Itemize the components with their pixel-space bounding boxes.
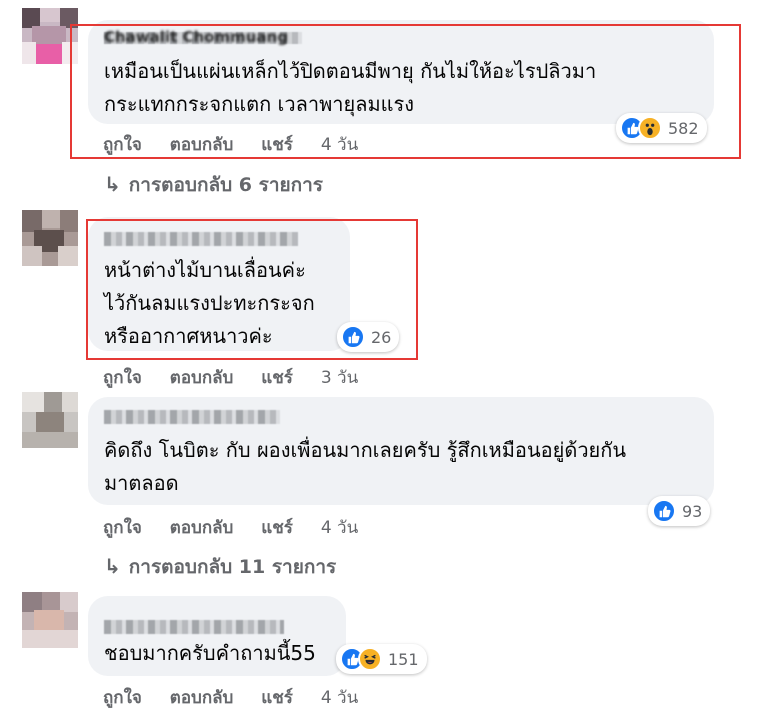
avatar[interactable] bbox=[22, 8, 78, 64]
comment-line: ชอบมากครับคำถามนี้55 bbox=[104, 641, 316, 665]
comment-actions: ถูกใจ ตอบกลับ แชร์ 4 วัน bbox=[103, 514, 380, 541]
reaction-count: 26 bbox=[371, 327, 392, 347]
comment-actions: ถูกใจ ตอบกลับ แชร์ 4 วัน bbox=[103, 131, 380, 158]
haha-icon bbox=[358, 647, 382, 671]
comment-line: หรืออากาศหนาวค่ะ bbox=[104, 324, 273, 348]
view-replies-link[interactable]: ↳ การตอบกลับ 11 รายการ bbox=[104, 552, 336, 582]
reaction-summary[interactable]: 582 bbox=[616, 113, 707, 143]
reply-arrow-icon: ↳ bbox=[104, 172, 121, 196]
comment-author-blurred[interactable] bbox=[104, 620, 284, 634]
share-button[interactable]: แชร์ bbox=[261, 518, 293, 538]
wow-icon bbox=[638, 116, 662, 140]
comment-author-blurred[interactable] bbox=[104, 232, 298, 246]
reaction-count: 582 bbox=[668, 118, 699, 138]
like-button[interactable]: ถูกใจ bbox=[103, 135, 142, 155]
comment-line: หน้าต่างไม้บานเลื่อนค่ะ bbox=[104, 258, 306, 282]
comment-text: เหมือนเป็นแผ่นเหล็กไว้ปิดตอนมีพายุ กันไม… bbox=[104, 55, 596, 121]
like-icon bbox=[341, 325, 365, 349]
like-icon bbox=[652, 499, 676, 523]
avatar[interactable] bbox=[22, 210, 78, 266]
like-button[interactable]: ถูกใจ bbox=[103, 688, 142, 708]
avatar[interactable] bbox=[22, 392, 78, 448]
avatar[interactable] bbox=[22, 592, 78, 648]
replies-label[interactable]: การตอบกลับ 6 รายการ bbox=[129, 174, 323, 196]
comment-actions: ถูกใจ ตอบกลับ แชร์ 4 วัน bbox=[103, 684, 380, 711]
comment-text: คิดถึง โนบิตะ กับ ผองเพื่อนมากเลยครับ รู… bbox=[104, 434, 626, 500]
comment-line: มาตลอด bbox=[104, 471, 179, 495]
reaction-summary[interactable]: 93 bbox=[648, 496, 711, 526]
comment-author-blurred[interactable] bbox=[104, 410, 280, 424]
reply-arrow-icon: ↳ bbox=[104, 554, 121, 578]
reaction-summary[interactable]: 26 bbox=[337, 322, 400, 352]
timestamp[interactable]: 3 วัน bbox=[321, 368, 358, 388]
share-button[interactable]: แชร์ bbox=[261, 368, 293, 388]
view-replies-link[interactable]: ↳ การตอบกลับ 6 รายการ bbox=[104, 170, 323, 200]
like-button[interactable]: ถูกใจ bbox=[103, 368, 142, 388]
comment-text: ชอบมากครับคำถามนี้55 bbox=[104, 637, 316, 670]
timestamp[interactable]: 4 วัน bbox=[321, 518, 358, 538]
reply-button[interactable]: ตอบกลับ bbox=[170, 135, 234, 155]
replies-label[interactable]: การตอบกลับ 11 รายการ bbox=[129, 556, 336, 578]
comment-line: เหมือนเป็นแผ่นเหล็กไว้ปิดตอนมีพายุ กันไม… bbox=[104, 59, 597, 83]
like-button[interactable]: ถูกใจ bbox=[103, 518, 142, 538]
comment-line: คิดถึง โนบิตะ กับ ผองเพื่อนมากเลยครับ รู… bbox=[104, 438, 627, 462]
share-button[interactable]: แชร์ bbox=[261, 135, 293, 155]
comment-line: ไว้กันลมแรงปะทะกระจก bbox=[104, 291, 315, 315]
reply-button[interactable]: ตอบกลับ bbox=[170, 688, 234, 708]
share-button[interactable]: แชร์ bbox=[261, 688, 293, 708]
comment-author-name[interactable]: Chawalit Chommuang bbox=[104, 28, 288, 46]
reaction-count: 93 bbox=[682, 501, 703, 521]
reaction-summary[interactable]: 151 bbox=[336, 644, 427, 674]
reply-button[interactable]: ตอบกลับ bbox=[170, 518, 234, 538]
reply-button[interactable]: ตอบกลับ bbox=[170, 368, 234, 388]
comment-text: หน้าต่างไม้บานเลื่อนค่ะ ไว้กันลมแรงปะทะก… bbox=[104, 254, 315, 353]
timestamp[interactable]: 4 วัน bbox=[321, 688, 358, 708]
comment-line: กระแทกกระจกแตก เวลาพายุลมแรง bbox=[104, 92, 415, 116]
comment-actions: ถูกใจ ตอบกลับ แชร์ 3 วัน bbox=[103, 364, 380, 391]
timestamp[interactable]: 4 วัน bbox=[321, 135, 358, 155]
reaction-count: 151 bbox=[388, 649, 419, 669]
